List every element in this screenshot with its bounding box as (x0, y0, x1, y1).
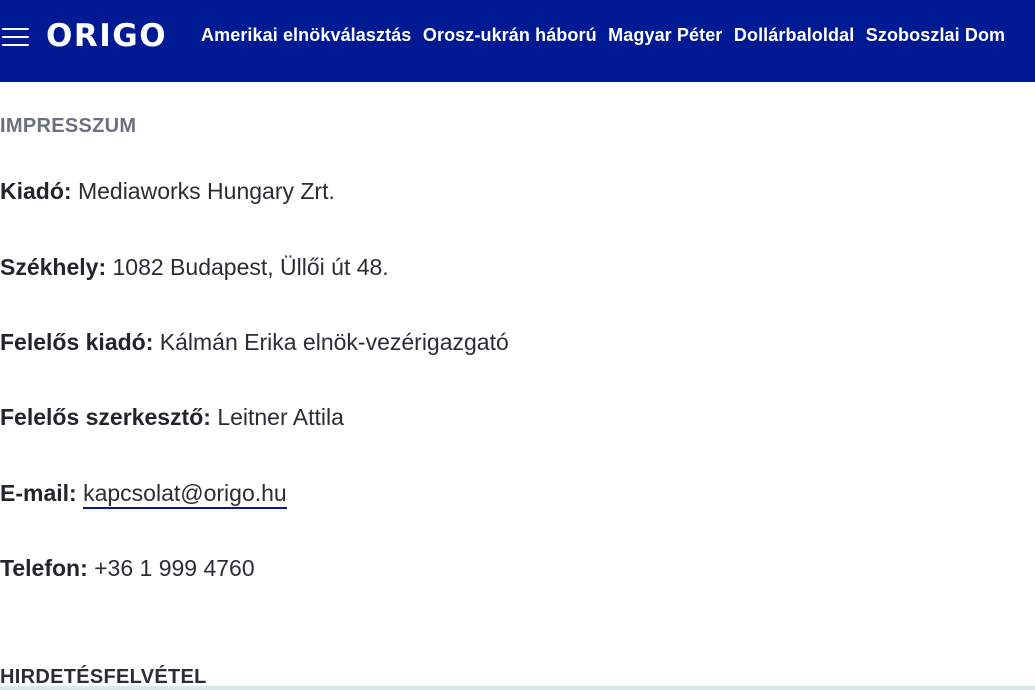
info-label: Felelős kiadó: (0, 329, 154, 355)
info-row-telefon: Telefon: +36 1 999 4760 (0, 555, 255, 582)
menu-icon-line (2, 28, 29, 30)
topic-nav: Amerikai elnökválasztás Orosz-ukrán hábo… (201, 25, 1012, 46)
menu-icon[interactable] (2, 25, 30, 47)
site-logo[interactable]: ORIGO (46, 15, 167, 57)
nav-link-orosz-ukran-haboru[interactable]: Orosz-ukrán háború (423, 25, 597, 45)
nav-link-amerikai-elnokvalasztas[interactable]: Amerikai elnökválasztás (201, 25, 411, 45)
info-value: Kálmán Erika elnök-vezérigazgató (159, 329, 509, 355)
info-label: Székhely: (0, 254, 107, 280)
menu-icon-line (2, 44, 29, 46)
info-value: +36 1 999 4760 (94, 555, 255, 581)
info-row-email: E-mail: kapcsolat@origo.hu (0, 480, 287, 509)
viewport-bottom-edge (0, 686, 1035, 690)
info-value: Leitner Attila (217, 404, 344, 430)
info-row-felelos-szerkeszto: Felelős szerkesztő: Leitner Attila (0, 404, 344, 431)
info-row-kiado: Kiadó: Mediaworks Hungary Zrt. (0, 178, 335, 205)
info-label: Kiadó: (0, 178, 72, 204)
info-value: 1082 Budapest, Üllői út 48. (112, 254, 389, 280)
nav-link-szoboszlai[interactable]: Szoboszlai Dom (866, 25, 1005, 45)
email-link[interactable]: kapcsolat@origo.hu (83, 480, 287, 509)
info-row-felelos-kiado: Felelős kiadó: Kálmán Erika elnök-vezéri… (0, 329, 509, 356)
info-value: Mediaworks Hungary Zrt. (77, 178, 335, 204)
info-row-szekhely: Székhely: 1082 Budapest, Üllői út 48. (0, 254, 389, 281)
info-label: Telefon: (0, 555, 88, 581)
impresszum-heading: IMPRESSZUM (0, 115, 137, 137)
menu-icon-line (2, 36, 29, 38)
info-label: E-mail: (0, 480, 77, 506)
top-navigation-bar: ORIGO Amerikai elnökválasztás Orosz-ukrá… (0, 0, 1035, 82)
nav-link-magyar-peter[interactable]: Magyar Péter (608, 25, 722, 45)
nav-link-dollarbaloldal[interactable]: Dollárbaloldal (734, 25, 854, 45)
info-label: Felelős szerkesztő: (0, 404, 211, 430)
